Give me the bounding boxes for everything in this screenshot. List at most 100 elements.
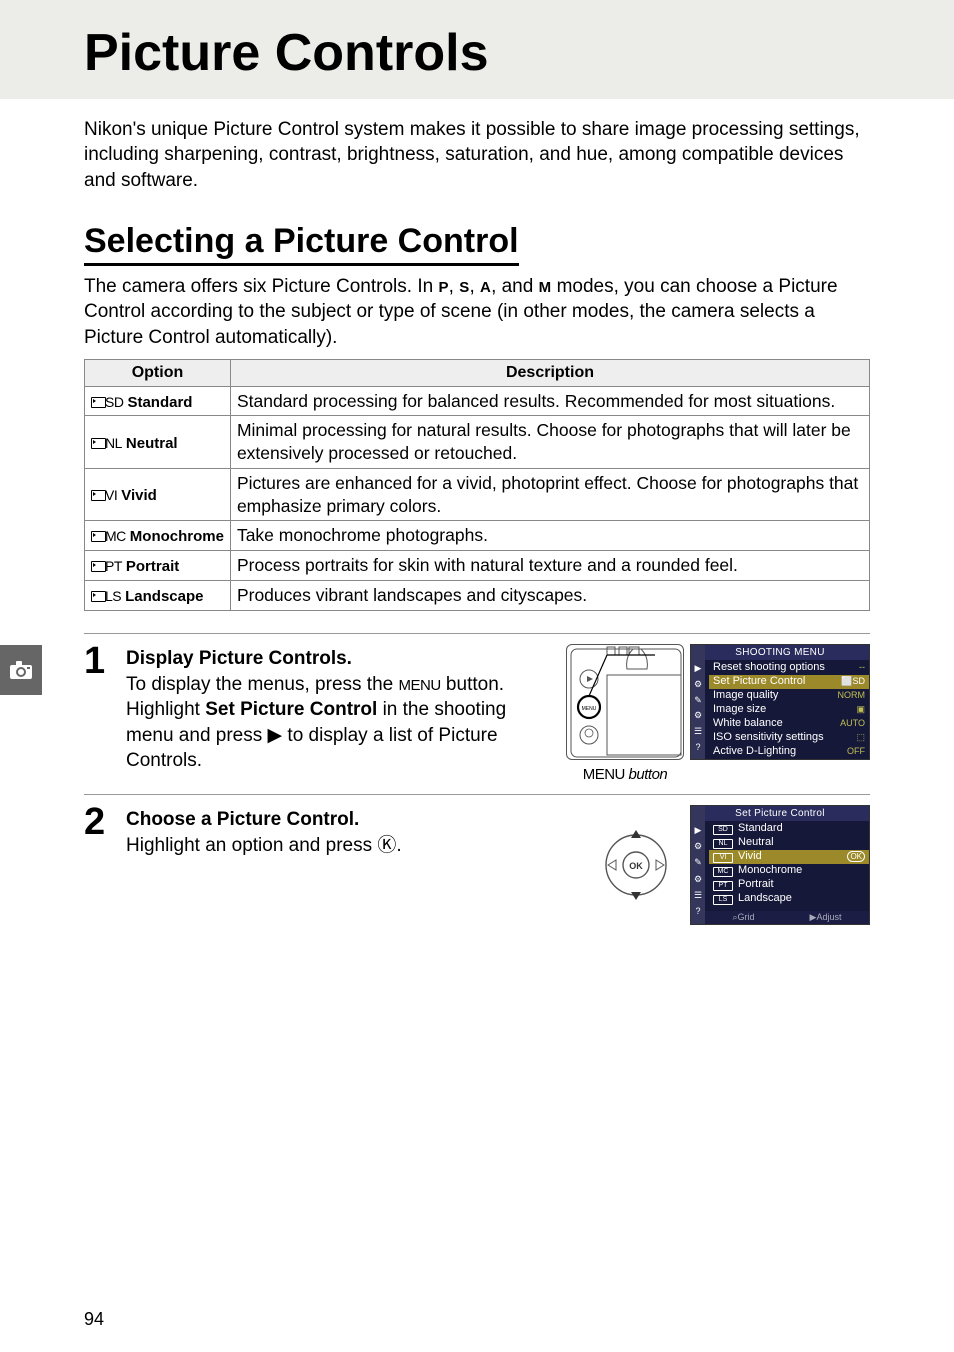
mode-a: A [480,279,491,296]
pc-option-label: LS Landscape [713,892,792,905]
svg-text:MENU: MENU [582,706,597,712]
menu-item: Set Picture Control ⬜SD [709,675,869,689]
picture-control-option: PT Portrait [709,878,869,892]
step-1-number: 1 [84,644,116,775]
menu-item-value: OFF [847,745,865,758]
table-row: MCMonochromeTake monochrome photographs. [85,521,870,551]
step-1-row: 1 Display Picture Controls. To display t… [84,644,870,784]
intro-paragraph: Nikon's unique Picture Control system ma… [84,117,870,194]
menu-item-value: ⬚ [856,731,865,744]
menu-item-label: Active D-Lighting [713,745,796,758]
pc-option-label: MC Monochrome [713,864,802,877]
description-cell: Minimal processing for natural results. … [230,416,869,469]
sep-1: , [449,276,460,297]
pc-option-label: VI Vivid [713,850,762,863]
option-cell: NLNeutral [85,416,231,469]
svg-text:OK: OK [629,861,643,871]
pc-option-label: PT Portrait [713,878,774,891]
picture-control-option: LS Landscape [709,892,869,906]
options-table: Option Description SDStandardStandard pr… [84,359,870,611]
set-picture-control-screen: Set Picture Control ▶⚙✎⚙☰? SD StandardNL… [690,805,870,925]
screen2-title: Set Picture Control [691,806,869,821]
option-label: Vivid [121,487,157,504]
camera-back-diagram: MENU [566,644,684,760]
option-cell: VIVivid [85,468,231,521]
menu-item: Image quality NORM [709,689,869,703]
mode-s: S [459,279,469,296]
menu-tab-icon: ? [693,742,703,752]
menu-caption-label: MENU [583,766,625,783]
pc-option-label: NL Neutral [713,836,774,849]
menu-item-label: ISO sensitivity settings [713,731,824,744]
picture-control-icon: LS [91,588,121,604]
step-1-title: Display Picture Controls. [126,648,548,670]
menu-item: Reset shooting options -- [709,661,869,675]
step-2-title: Choose a Picture Control. [126,809,582,831]
picture-control-icon: VI [91,487,117,503]
dpad-diagram: OK [600,820,672,910]
options-header-description: Description [230,359,869,386]
description-cell: Produces vibrant landscapes and cityscap… [230,580,869,610]
page-number: 94 [84,1309,104,1330]
menu-item-value: -- [859,661,865,674]
menu-tab-icon: ⚙ [693,710,703,720]
description-cell: Standard processing for balanced results… [230,386,869,416]
menu-item-label: Image size [713,703,766,716]
screen2-grid-label: ⌕Grid [733,911,755,924]
menu-item-label: Reset shooting options [713,661,825,674]
section-title: Selecting a Picture Control [84,222,519,266]
mode-p: P [438,279,448,296]
step1-text-pre: To display the menus, press the [126,674,398,695]
menu-item-value: AUTO [840,717,865,730]
option-cell: SDStandard [85,386,231,416]
option-label: Landscape [125,588,203,605]
menu-caption-suffix: button [625,766,667,783]
shooting-menu-screen: SHOOTING MENU ▶⚙✎⚙☰? Reset shooting opti… [690,644,870,760]
menu-tab-icon: ⚙ [693,679,703,689]
menu-item: ISO sensitivity settings ⬚ [709,731,869,745]
picture-control-option: SD Standard [709,822,869,836]
menu-item-value: NORM [838,689,866,702]
picture-control-option: NL Neutral [709,836,869,850]
menu-tab-icon: ▶ [693,825,703,835]
option-label: Monochrome [130,528,224,545]
option-cell: MCMonochrome [85,521,231,551]
menu-item: Image size ▣ [709,703,869,717]
menu-tab-icon: ⚙ [693,874,703,884]
description-cell: Process portraits for skin with natural … [230,551,869,581]
section-text-pre: The camera offers six Picture Controls. … [84,276,438,297]
menu-tab-icon: ☰ [693,890,703,900]
side-tab [0,645,42,695]
sep-2: , [469,276,480,297]
menu-item-value: ▣ [856,703,865,716]
description-cell: Take monochrome photographs. [230,521,869,551]
option-label: Standard [127,394,192,411]
menu-tab-icon: ▶ [693,663,703,673]
menu-item-label: Set Picture Control [713,675,805,688]
menu-tab-icon: ⚙ [693,841,703,851]
menu-item: Active D-Lighting OFF [709,745,869,759]
picture-control-icon: NL [91,435,122,451]
picture-control-option: MC Monochrome [709,864,869,878]
menu-label-inline: MENU [398,677,440,694]
divider [84,794,870,795]
menu-item-label: White balance [713,717,783,730]
menu-item: White balance AUTO [709,717,869,731]
picture-control-icon: MC [91,528,126,544]
picture-control-icon: SD [91,394,123,410]
mode-m: M [539,279,552,296]
picture-control-icon: PT [91,558,122,574]
table-row: NLNeutralMinimal processing for natural … [85,416,870,469]
menu-tab-icon: ? [693,906,703,916]
step-1-text: To display the menus, press the MENU but… [126,672,548,775]
step-2-row: 2 Choose a Picture Control. Highlight an… [84,805,870,925]
step1-bold: Set Picture Control [205,699,377,720]
section-paragraph: The camera offers six Picture Controls. … [84,274,870,351]
ok-badge: OK [847,851,865,862]
description-cell: Pictures are enhanced for a vivid, photo… [230,468,869,521]
title-band: Picture Controls [0,0,954,99]
option-label: Neutral [126,435,178,452]
menu-item-label: Image quality [713,689,778,702]
table-row: LSLandscape Produces vibrant landscapes a… [85,580,870,610]
menu-item-value: ⬜SD [841,675,865,688]
